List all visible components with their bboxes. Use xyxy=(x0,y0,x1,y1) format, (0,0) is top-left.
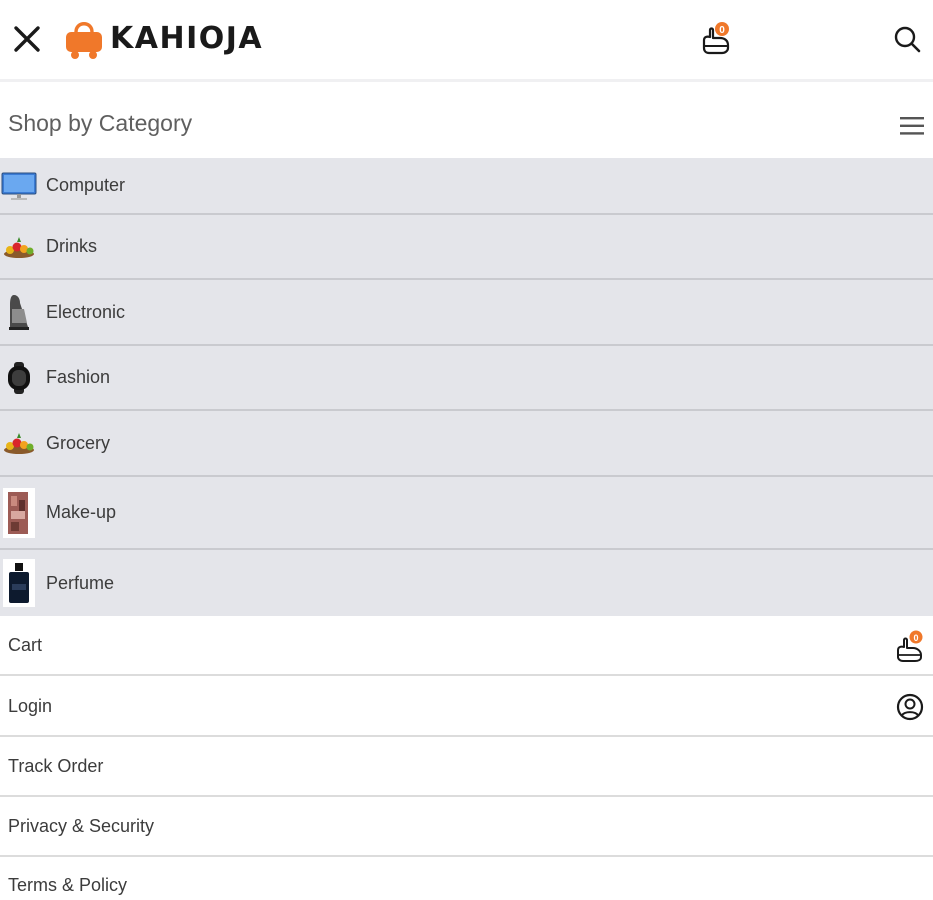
category-label: Fashion xyxy=(46,367,111,387)
category-section-header: Shop by Category xyxy=(0,86,933,160)
svg-text:0: 0 xyxy=(719,25,725,36)
menu-label: Track Order xyxy=(8,755,104,776)
category-label: Drinks xyxy=(46,236,98,256)
category-item-fashion[interactable]: Fashion xyxy=(0,346,933,411)
close-icon[interactable] xyxy=(10,22,44,56)
shopping-basket-logo-icon xyxy=(66,22,102,59)
clothes-iron-icon xyxy=(9,295,29,330)
top-navbar: KAHIOJA 0 xyxy=(0,0,933,82)
category-title: Shop by Category xyxy=(8,110,193,136)
perfume-bottle-icon xyxy=(3,559,35,607)
menu-label: Terms & Policy xyxy=(8,875,128,895)
menu-item-login[interactable]: Login xyxy=(0,677,933,737)
category-label: Electronic xyxy=(46,301,126,322)
cart-icon[interactable]: 0 xyxy=(698,20,734,56)
fruit-basket-icon xyxy=(4,236,34,258)
menu-item-terms-policy[interactable]: Terms & Policy xyxy=(0,857,933,900)
category-label: Grocery xyxy=(46,432,111,453)
smartwatch-icon xyxy=(8,361,30,394)
user-account-icon[interactable] xyxy=(895,691,925,723)
menu-label: Privacy & Security xyxy=(8,815,155,836)
monitor-icon xyxy=(1,172,37,200)
category-item-perfume[interactable]: Perfume xyxy=(0,550,933,616)
category-label: Perfume xyxy=(46,572,115,593)
menu-label: Login xyxy=(8,695,53,716)
brand-name: KAHIOJA xyxy=(110,20,264,56)
cart-icon[interactable]: 0 xyxy=(895,630,925,662)
hamburger-menu-icon[interactable] xyxy=(900,116,924,136)
category-label: Computer xyxy=(46,175,126,195)
category-item-drinks[interactable]: Drinks xyxy=(0,215,933,280)
menu-label: Cart xyxy=(8,634,43,655)
menu-item-cart[interactable]: Cart 0 xyxy=(0,616,933,676)
brand-logo[interactable]: KAHIOJA xyxy=(64,14,263,62)
category-item-grocery[interactable]: Grocery xyxy=(0,411,933,477)
menu-item-privacy-security[interactable]: Privacy & Security xyxy=(0,797,933,857)
category-list: Computer Drinks Electronic Fashion Groce… xyxy=(0,158,933,616)
svg-text:0: 0 xyxy=(913,633,918,643)
cosmetics-icon xyxy=(3,487,35,538)
category-item-make-up[interactable]: Make-up xyxy=(0,477,933,550)
fruit-basket-icon xyxy=(4,433,34,454)
menu-item-track-order[interactable]: Track Order xyxy=(0,737,933,797)
search-icon[interactable] xyxy=(892,24,922,54)
category-item-computer[interactable]: Computer xyxy=(0,158,933,215)
category-label: Make-up xyxy=(46,502,117,522)
category-item-electronic[interactable]: Electronic xyxy=(0,280,933,346)
